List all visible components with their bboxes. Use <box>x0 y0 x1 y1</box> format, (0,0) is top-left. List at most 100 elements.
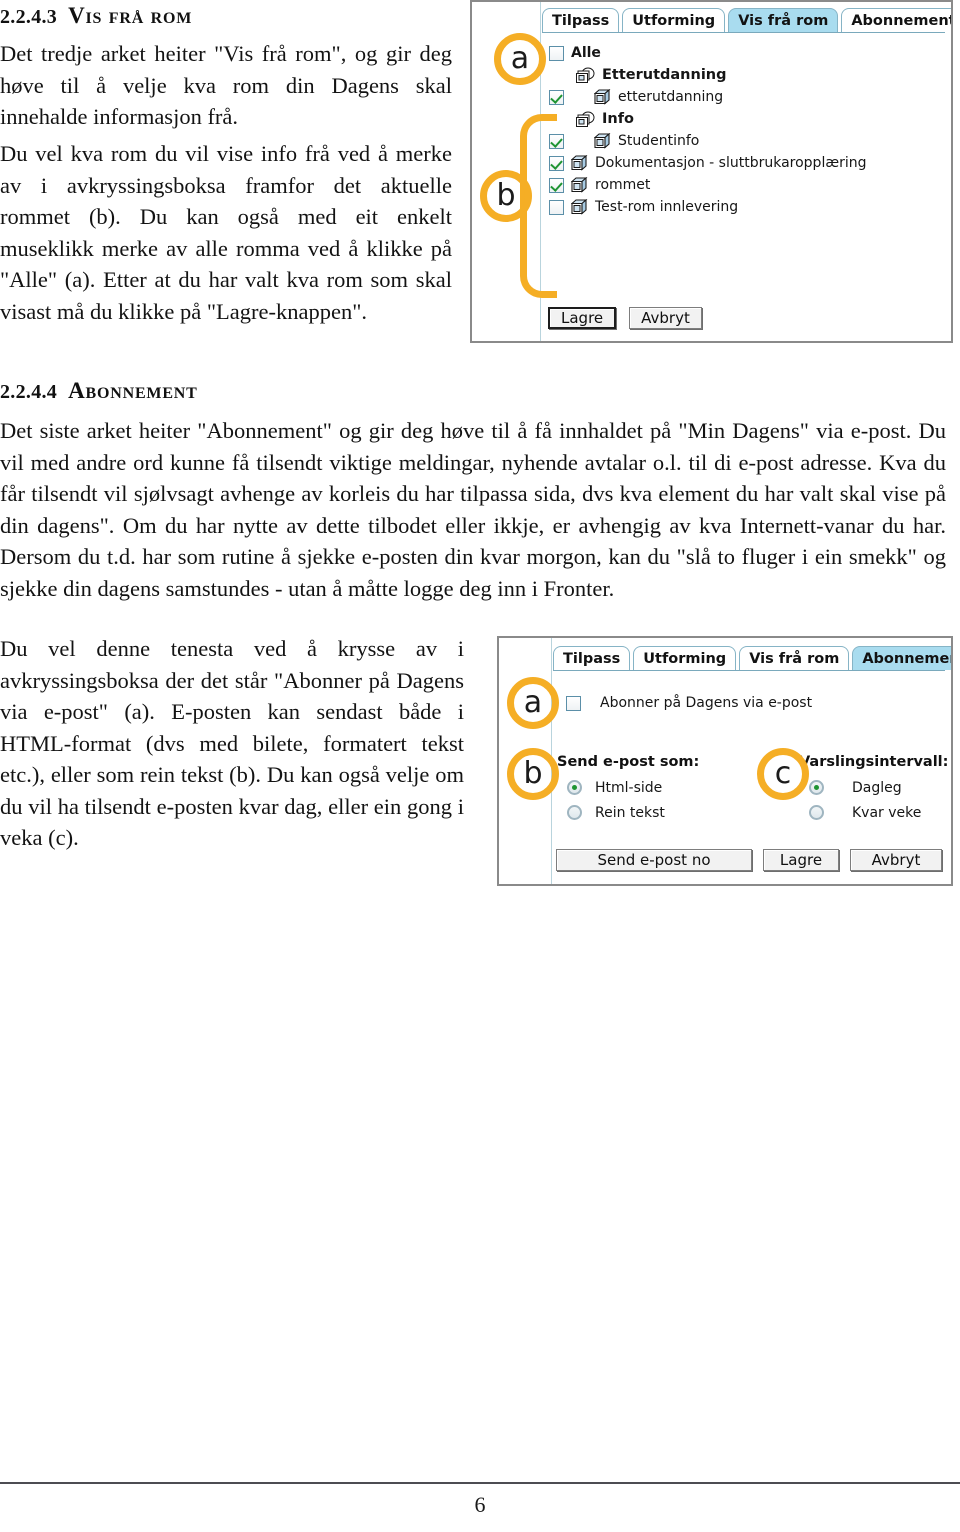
tab-vis-fra-rom[interactable]: Vis frå rom <box>728 8 839 32</box>
screenshot-abonnement: a b c Tilpass Utforming Vis frå rom Abon… <box>497 636 953 886</box>
cancel-button-label: Avbryt <box>641 309 690 327</box>
tree-row-label: rommet <box>595 177 651 193</box>
screenshot-vis-fra-rom: a b Tilpass Utforming Vis frå rom Abonne… <box>470 0 953 343</box>
radio-label: Kvar veke <box>852 804 922 821</box>
footer-rule <box>0 1482 960 1484</box>
radio-row-kvar-veke[interactable]: Kvar veke <box>799 800 948 825</box>
radio-row-html[interactable]: Html-side <box>557 775 699 800</box>
section-number: 2.2.4.3 <box>0 6 58 28</box>
paragraph-2244-1: Det siste arket heiter "Abonnement" og g… <box>0 418 946 601</box>
tree-row-room-dokumentasjon[interactable]: Dokumentasjon - sluttbrukaropplæring <box>549 152 945 174</box>
form-buttons: Send e-post no Lagre Avbryt <box>556 849 942 871</box>
section-title: Abonnement <box>68 378 198 403</box>
tab-tilpass[interactable]: Tilpass <box>542 8 620 32</box>
callout-c: c <box>757 748 809 800</box>
section-title: Vis frå rom <box>68 3 193 28</box>
subscribe-checkbox-row[interactable]: Abonner på Dagens via e-post <box>566 693 812 713</box>
tree-row-group-info: Info <box>549 108 945 130</box>
save-button-label: Lagre <box>779 851 823 869</box>
callout-c-label: c <box>774 756 792 791</box>
room-cube-icon <box>571 155 588 171</box>
folder-stack-icon <box>576 67 595 83</box>
tab-label: Abonnement <box>862 651 951 667</box>
callout-b: b <box>507 748 559 800</box>
checkbox-icon[interactable] <box>566 695 581 711</box>
radio-label: Rein tekst <box>595 804 665 821</box>
tab-label: Tilpass <box>563 651 621 667</box>
tree-row-room-test-rom-innlevering[interactable]: Test-rom innlevering <box>549 196 945 218</box>
cancel-button[interactable]: Avbryt <box>629 307 702 329</box>
checkbox-icon[interactable] <box>549 89 564 105</box>
radio-label: Dagleg <box>852 779 902 796</box>
tree-row-label: Etterutdanning <box>602 67 727 83</box>
room-cube-icon <box>594 89 611 105</box>
format-group: Send e-post som: Html-side Rein tekst <box>557 754 699 825</box>
room-cube-icon <box>594 133 611 149</box>
cancel-button[interactable]: Avbryt <box>850 849 942 871</box>
tab-label: Vis frå rom <box>738 13 829 29</box>
form-buttons: Lagre Avbryt <box>548 307 702 329</box>
callout-a-label: a <box>523 685 543 720</box>
tab-abonnement[interactable]: Abonnement <box>841 8 953 32</box>
radio-icon[interactable] <box>567 805 582 820</box>
callout-a: a <box>494 33 546 85</box>
room-cube-icon <box>571 199 588 215</box>
radio-icon[interactable] <box>567 780 582 795</box>
folder-stack-icon <box>576 111 595 127</box>
callout-a: a <box>507 677 559 729</box>
radio-icon[interactable] <box>809 780 824 795</box>
room-cube-icon <box>571 177 588 193</box>
format-group-legend: Send e-post som: <box>557 754 700 770</box>
subscribe-checkbox-label: Abonner på Dagens via e-post <box>600 695 813 711</box>
tree-row-label: Studentinfo <box>618 133 700 149</box>
tree-row-label: Info <box>602 111 634 127</box>
room-tree: Alle Etterutdanning etterutdanning Info … <box>549 42 945 218</box>
radio-row-dagleg[interactable]: Dagleg <box>799 775 948 800</box>
paragraph-2244-2: Du vel denne tenesta ved å krysse av i a… <box>0 636 464 850</box>
tree-row-label: etterutdanning <box>618 89 724 105</box>
interval-group: Varslingsintervall: Dagleg Kvar veke <box>799 754 948 825</box>
callout-a-label: a <box>510 41 530 76</box>
page-number: 6 <box>474 1492 486 1517</box>
tree-row-group-etterutdanning: Etterutdanning <box>549 64 945 86</box>
interval-group-legend: Varslingsintervall: <box>799 754 949 770</box>
paragraph-2243-2: Du vel kva rom du vil vise info frå ved … <box>0 141 452 324</box>
tree-row-label: Test-rom innlevering <box>595 199 739 215</box>
tab-utforming[interactable]: Utforming <box>622 8 726 32</box>
send-email-now-button-label: Send e-post no <box>597 851 711 869</box>
tab-label: Vis frå rom <box>749 651 840 667</box>
send-email-now-button[interactable]: Send e-post no <box>556 849 752 871</box>
tab-label: Utforming <box>632 13 716 29</box>
tab-label: Tilpass <box>552 13 610 29</box>
radio-row-plain[interactable]: Rein tekst <box>557 800 699 825</box>
section-number: 2.2.4.4 <box>0 381 58 403</box>
callout-b-label: b <box>523 756 543 791</box>
save-button-label: Lagre <box>561 309 604 327</box>
section-heading-2244: 2.2.4.4 Abonnement <box>0 378 198 404</box>
checkbox-icon[interactable] <box>549 45 564 61</box>
callout-b-label: b <box>496 178 516 213</box>
tab-tilpass[interactable]: Tilpass <box>553 646 631 670</box>
tree-row-alle[interactable]: Alle <box>549 42 945 64</box>
tab-abonnement[interactable]: Abonnement <box>852 646 951 670</box>
cancel-button-label: Avbryt <box>871 851 921 869</box>
section-heading-2243: 2.2.4.3 Vis frå rom <box>0 3 192 29</box>
radio-label: Html-side <box>595 779 663 796</box>
tree-row-label: Alle <box>571 45 601 61</box>
save-button[interactable]: Lagre <box>548 307 617 329</box>
tree-row-room-studentinfo[interactable]: Studentinfo <box>549 130 945 152</box>
save-button[interactable]: Lagre <box>763 849 839 871</box>
tree-row-room-etterutdanning[interactable]: etterutdanning <box>549 86 945 108</box>
radio-icon[interactable] <box>809 805 824 820</box>
tab-label: Abonnement <box>851 13 953 29</box>
tree-row-room-rommet[interactable]: rommet <box>549 174 945 196</box>
tree-row-label: Dokumentasjon - sluttbrukaropplæring <box>595 155 867 171</box>
tab-utforming[interactable]: Utforming <box>633 646 737 670</box>
tab-vis-fra-rom[interactable]: Vis frå rom <box>739 646 850 670</box>
document-page: 2.2.4.3 Vis frå rom Det tredje arket heit… <box>0 0 960 1532</box>
tab-label: Utforming <box>643 651 727 667</box>
tab-bar: Tilpass Utforming Vis frå rom Abonnement <box>542 5 951 33</box>
callout-b: b <box>480 170 532 222</box>
paragraph-2243-1: Det tredje arket heiter "Vis frå rom", o… <box>0 41 452 129</box>
tab-bar: Tilpass Utforming Vis frå rom Abonnement <box>553 643 951 671</box>
